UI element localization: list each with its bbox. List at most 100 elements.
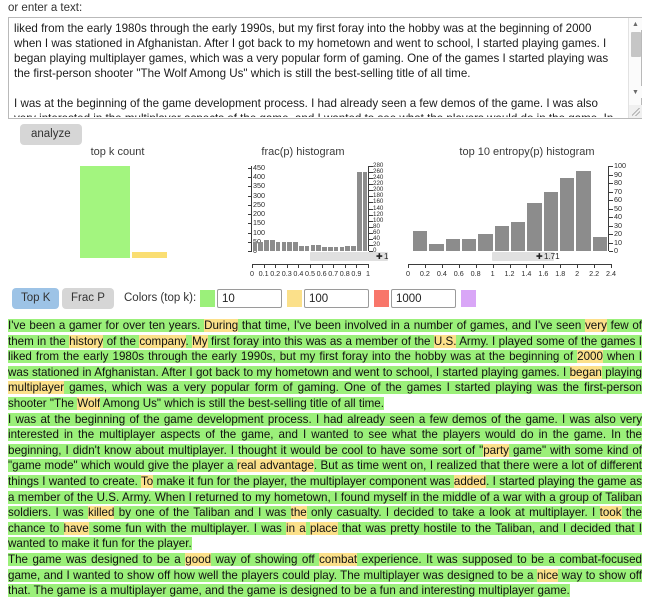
annotated-span: To xyxy=(141,474,154,488)
text-input-content[interactable]: liked from the early 1980s through the e… xyxy=(14,21,614,117)
histogram-bar xyxy=(462,239,477,251)
frac-p-slider[interactable]: ✚ 1 xyxy=(310,252,388,261)
scroll-down-icon[interactable]: ▼ xyxy=(629,86,642,98)
annotated-span: killed xyxy=(88,506,115,520)
entropy-slider-knob[interactable]: ✚ xyxy=(536,253,543,261)
axis-tick-label: 100 xyxy=(373,216,384,224)
chart-entropy-histogram: top 10 entropy(p) histogram 0 10 20 30 40 50 6… xyxy=(406,146,646,278)
color-swatch-1 xyxy=(287,290,302,307)
histogram-bar xyxy=(310,245,316,251)
histogram-bar xyxy=(345,245,351,251)
frac-p-slider-value: 1 xyxy=(384,252,389,261)
histogram-bar xyxy=(511,222,526,251)
annotated-span: only casualty. I decided to take a look … xyxy=(306,506,600,520)
axis-tick xyxy=(441,264,443,268)
histogram-bar xyxy=(304,245,310,251)
histogram-bar xyxy=(445,239,460,251)
annotated-span: Among Us" which is still the best-sellin… xyxy=(100,396,384,410)
axis-tick-label: 0.2 xyxy=(419,269,430,278)
axis-tick-label: 100 xyxy=(614,161,626,170)
axis-tick xyxy=(252,264,253,268)
annotated-span: place xyxy=(309,521,338,535)
textarea-scrollbar[interactable]: ▲ ▼ xyxy=(628,18,642,118)
histogram-bar xyxy=(339,246,345,251)
axis-tick-label: 0.2 xyxy=(270,269,281,278)
annotated-span: of the xyxy=(103,334,140,348)
annotated-span: that time, I've been involved in a numbe… xyxy=(238,319,585,332)
controls-row: Top K Frac P Colors (top k): 10 100 1000 xyxy=(0,288,650,314)
axis-tick-label: 2 xyxy=(575,269,580,278)
histogram-bar xyxy=(576,171,591,251)
annotated-span: combat xyxy=(319,552,358,566)
resize-handle-icon[interactable] xyxy=(629,105,642,118)
axis-tick-label: 0.6 xyxy=(453,269,464,278)
color-swatch-0 xyxy=(200,290,215,307)
axis-tick-label: 1.2 xyxy=(504,269,515,278)
axis-tick-label: 0 xyxy=(250,269,254,278)
axis-tick-label: 1.8 xyxy=(555,269,566,278)
histogram-bar xyxy=(258,242,264,251)
annotated-span: took xyxy=(599,506,622,520)
axis-tick-label: 260 xyxy=(373,168,384,176)
axis-tick xyxy=(458,264,460,268)
color-threshold-input-0[interactable]: 10 xyxy=(217,289,282,308)
axis-tick-label: 40 xyxy=(614,212,622,221)
axis-tick xyxy=(609,183,613,184)
annotated-span: During xyxy=(204,319,239,332)
color-swatch-3 xyxy=(461,290,476,307)
color-threshold-input-1[interactable]: 100 xyxy=(304,289,369,308)
scrollbar-thumb[interactable] xyxy=(631,32,641,57)
axis-tick xyxy=(509,264,511,268)
app-root: or enter a text: liked from the early 19… xyxy=(0,0,650,615)
axis-tick xyxy=(344,264,346,268)
entropy-slider[interactable]: ✚ 1.71 xyxy=(492,252,560,261)
axis-tick-label: 200 xyxy=(373,186,384,194)
axis-tick-label: 1.6 xyxy=(538,269,549,278)
tab-frac-p[interactable]: Frac P xyxy=(62,288,114,309)
histogram-bar xyxy=(287,242,293,251)
annotated-span: My xyxy=(192,334,208,348)
annotated-span: 2000 xyxy=(577,350,603,364)
tab-top-k[interactable]: Top K xyxy=(12,288,60,309)
frac-p-x-axis: 0 0.1 0.2 0.3 0.4 0.5 0.6 0.7 0.8 0.9 1 xyxy=(250,264,370,278)
axis-tick-label: 0.8 xyxy=(470,269,481,278)
scroll-up-icon[interactable]: ▲ xyxy=(629,18,642,30)
annotated-span: Wolf xyxy=(77,396,101,410)
axis-tick xyxy=(609,174,613,176)
plot-entropy xyxy=(412,166,608,251)
annotated-span: multiplayer xyxy=(8,381,65,395)
axis-tick-label: 280 xyxy=(373,162,384,169)
annotated-span: good xyxy=(185,552,212,566)
histogram-bar xyxy=(543,191,558,251)
annotated-span: by one of the Taliban and I was xyxy=(114,506,291,520)
plot-frac-p xyxy=(252,166,368,251)
histogram-bar xyxy=(264,239,269,251)
axis-tick xyxy=(609,251,613,252)
histogram-bar xyxy=(429,244,444,251)
histogram-bar xyxy=(327,247,333,251)
histogram-bar xyxy=(293,242,298,251)
axis-tick-label: 2.2 xyxy=(589,269,600,278)
analyze-button[interactable]: analyze xyxy=(20,124,82,145)
annotated-span: way of showing off xyxy=(211,552,320,566)
chart-title-frac-p: frac(p) histogram xyxy=(261,146,345,158)
histogram-bar xyxy=(362,172,368,251)
color-threshold-input-2[interactable]: 1000 xyxy=(391,289,456,308)
histogram-bar xyxy=(351,245,356,251)
frac-p-slider-knob[interactable]: ✚ xyxy=(376,253,383,261)
histogram-bar xyxy=(592,237,607,251)
charts-row: top k count frac(p) histogram 0501001502… xyxy=(0,146,650,278)
text-input-area[interactable]: liked from the early 1980s through the e… xyxy=(8,17,642,119)
annotated-span: make it fun for the player, the multipla… xyxy=(153,474,454,488)
enter-text-label: or enter a text: xyxy=(8,2,83,14)
annotated-span: nice xyxy=(536,568,559,582)
axis-tick-label: 20 xyxy=(614,229,622,238)
axis-tick xyxy=(408,264,409,268)
axis-tick-label: 20 xyxy=(373,240,380,248)
annotated-paragraph: I was at the beginning of the game devel… xyxy=(8,412,642,552)
histogram-bar xyxy=(298,245,304,251)
annotated-span: I've been a gamer for over ten years. xyxy=(8,319,205,332)
axis-tick-label: 140 xyxy=(373,204,384,212)
axis-tick-label: 0.7 xyxy=(328,269,339,278)
histogram-bar xyxy=(333,246,339,251)
